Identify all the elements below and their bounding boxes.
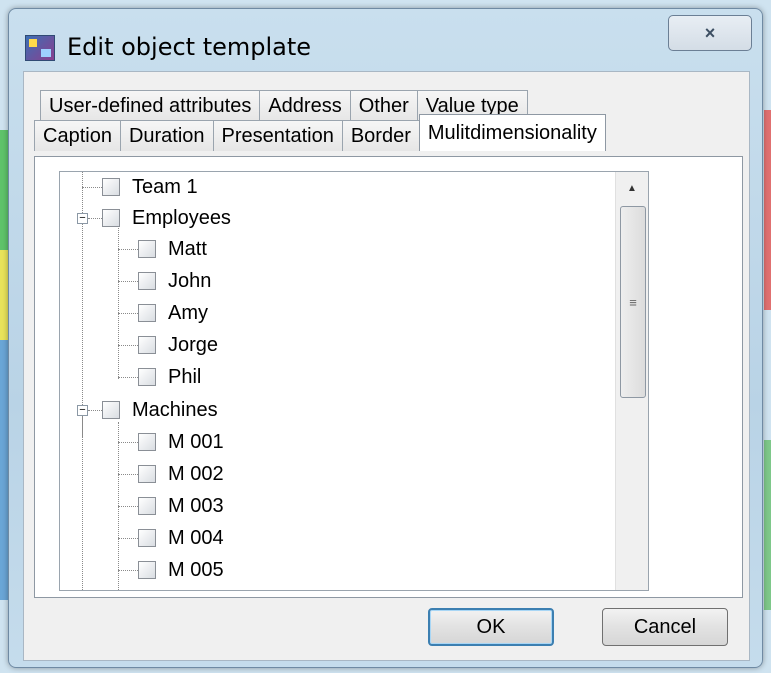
tree-connector [118,228,119,379]
tree-item-label: M 004 [168,526,224,549]
cancel-button[interactable]: Cancel [602,608,728,646]
tree-item-label: M 003 [168,494,224,517]
tree-item-label: M 001 [168,430,224,453]
tree-item-label: Machines [132,398,218,421]
close-button[interactable]: × [668,15,752,51]
tab-duration[interactable]: Duration [119,120,214,151]
checkbox[interactable] [138,304,156,322]
close-icon: × [704,22,716,43]
tree-connector [82,187,102,188]
tree-item-machines[interactable]: Machines [102,395,218,425]
tree-item-john[interactable]: John [138,266,211,296]
tree-connector [82,416,83,590]
tree-connector [118,377,138,378]
tree-item-label: Jorge [168,333,219,356]
grip-icon: ≡ [629,294,637,310]
tree-connector [118,474,138,475]
tree-item-employees[interactable]: Employees [102,203,231,233]
checkbox[interactable] [102,178,120,196]
tab-other[interactable]: Other [349,90,418,121]
tree-item-label: M 002 [168,462,224,485]
tree-item-label: M 005 [168,558,224,581]
tree-item-label: Phil [168,365,202,388]
tree-item-matt[interactable]: Matt [138,234,207,264]
tab-panel: − − Team 1 Employees Matt John Amy Jorge… [34,156,743,598]
tree-item-m-001[interactable]: M 001 [138,427,224,457]
collapse-icon[interactable]: − [77,213,88,224]
checkbox[interactable] [138,240,156,258]
tab-row-front: Caption Duration Presentation Border Mul… [34,114,606,151]
tree-item-m-002[interactable]: M 002 [138,459,224,489]
tree-item-label: Matt [168,237,207,260]
window-title: Edit object template [67,33,312,61]
tab-user-defined-attributes[interactable]: User-defined attributes [40,90,261,121]
checkbox[interactable] [138,497,156,515]
checkbox[interactable] [138,272,156,290]
tree-item-label: Employees [132,206,231,229]
tab-caption[interactable]: Caption [34,120,121,151]
tree-item-m-004[interactable]: M 004 [138,523,224,553]
vertical-scrollbar[interactable]: ▲ ≡ [615,172,648,590]
tree-connector [88,218,102,219]
tree-view[interactable]: − − Team 1 Employees Matt John Amy Jorge… [59,171,649,591]
arrow-up-icon: ▲ [627,182,637,194]
tree-item-label: John [168,269,212,292]
checkbox[interactable] [138,336,156,354]
scroll-up-button[interactable]: ▲ [616,172,648,204]
checkbox[interactable] [102,401,120,419]
tab-presentation[interactable]: Presentation [212,120,343,151]
tree-item-amy[interactable]: Amy [138,298,208,328]
tree-connector [118,313,138,314]
tree-item-m-005[interactable]: M 005 [138,555,224,585]
tree-item-m-003[interactable]: M 003 [138,491,224,521]
tree-connector [118,442,138,443]
title-bar[interactable]: Edit object template × [9,9,762,71]
checkbox[interactable] [138,368,156,386]
checkbox[interactable] [138,433,156,451]
ok-button[interactable]: OK [428,608,554,646]
tree-connector [118,281,138,282]
tree-item-label: Amy [168,301,208,324]
app-icon [25,35,55,61]
tree-item-jorge[interactable]: Jorge [138,330,218,360]
tree-item-phil[interactable]: Phil [138,362,201,392]
tree-connector [118,506,138,507]
collapse-icon[interactable]: − [77,405,88,416]
tab-address[interactable]: Address [259,90,351,121]
checkbox[interactable] [138,561,156,579]
background-strip [764,440,771,610]
tree-connector [88,410,102,411]
tree-connector [118,345,138,346]
checkbox[interactable] [138,529,156,547]
tree-item-team-1[interactable]: Team 1 [102,172,198,202]
tree-connector [118,538,138,539]
tab-border[interactable]: Border [341,120,420,151]
tree-connector [118,249,138,250]
checkbox[interactable] [138,465,156,483]
background-strip [764,110,771,310]
scroll-thumb[interactable]: ≡ [620,206,646,398]
dialog-window: Edit object template × User-defined attr… [8,8,763,668]
tree-connector [118,570,138,571]
tree-item-label: Team 1 [132,175,198,198]
checkbox[interactable] [102,209,120,227]
tab-multidimensionality[interactable]: Mulitdimensionality [418,114,606,151]
dialog-body: User-defined attributes Address Other Va… [23,71,750,661]
